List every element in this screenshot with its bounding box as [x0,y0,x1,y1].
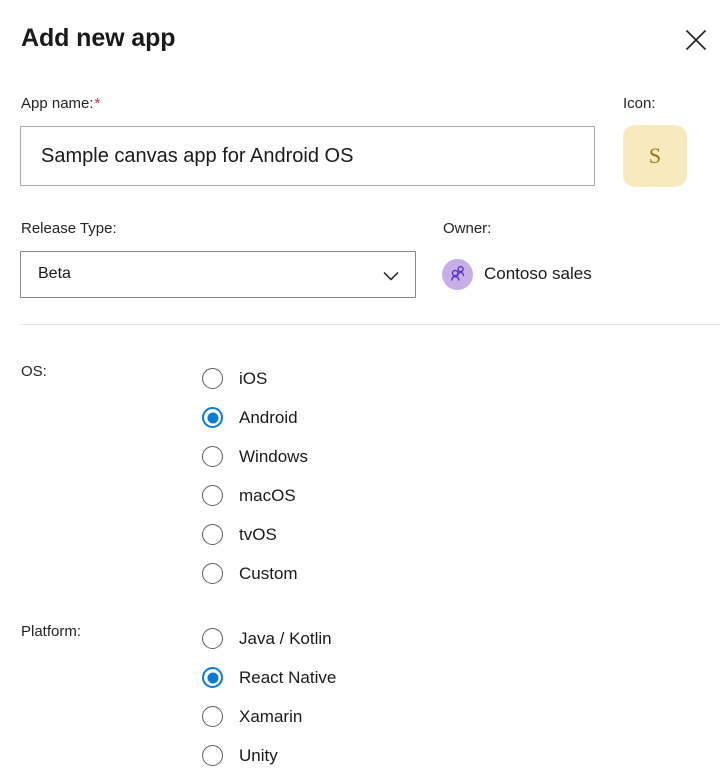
page-title: Add new app [21,24,176,52]
radio-label: Java / Kotlin [239,628,332,648]
radio-option-custom[interactable]: Custom [202,554,308,593]
close-icon [685,29,707,51]
radio-mark [202,524,223,545]
radio-label: Android [239,407,298,427]
radio-label: React Native [239,667,337,687]
radio-option-ios[interactable]: iOS [202,359,308,398]
app-name-label: App name:* [21,95,100,112]
os-group-label: OS: [21,363,47,380]
section-divider [20,324,720,325]
radio-label: macOS [239,485,296,505]
os-radio-group: iOS Android Windows macOS tvOS Custom [202,359,308,593]
release-type-dropdown[interactable]: Beta [20,251,416,298]
radio-mark [202,407,223,428]
owner-label: Owner: [443,220,492,237]
app-name-input[interactable] [20,126,595,186]
owner-name: Contoso sales [484,264,592,283]
radio-label: Windows [239,446,308,466]
app-icon-letter: S [648,143,662,168]
radio-option-unity[interactable]: Unity [202,736,336,775]
release-type-label: Release Type: [21,220,117,237]
radio-mark [202,667,223,688]
radio-option-java-kotlin[interactable]: Java / Kotlin [202,619,336,658]
radio-option-android[interactable]: Android [202,398,308,437]
radio-option-macos[interactable]: macOS [202,476,308,515]
close-button[interactable] [678,22,714,58]
radio-label: Xamarin [239,706,303,726]
radio-label: Unity [239,745,278,765]
add-new-app-panel: Add new app App name:* Icon: S Release T… [0,0,720,773]
radio-mark [202,485,223,506]
chevron-down-icon [382,267,400,285]
radio-mark [202,446,223,467]
radio-mark [202,706,223,727]
radio-mark [202,745,223,766]
radio-label: iOS [239,368,268,388]
avatar [442,258,473,290]
radio-option-tvos[interactable]: tvOS [202,515,308,554]
app-name-label-text: App name: [21,95,94,112]
platform-group-label: Platform: [21,623,82,640]
radio-option-xamarin[interactable]: Xamarin [202,697,336,736]
radio-mark [202,368,223,389]
radio-label: Custom [239,563,298,583]
radio-option-react-native[interactable]: React Native [202,658,336,697]
radio-mark [202,628,223,649]
release-type-value: Beta [38,265,71,282]
platform-radio-group: Java / Kotlin React Native Xamarin Unity [202,619,336,775]
required-asterisk: * [94,95,101,112]
owner-chip[interactable]: Contoso sales [442,258,592,290]
icon-label: Icon: [623,95,656,112]
radio-label: tvOS [239,524,277,544]
panel-header: Add new app [0,0,720,82]
app-icon-preview[interactable]: S [623,125,687,187]
people-icon [450,265,464,281]
radio-mark [202,563,223,584]
radio-option-windows[interactable]: Windows [202,437,308,476]
